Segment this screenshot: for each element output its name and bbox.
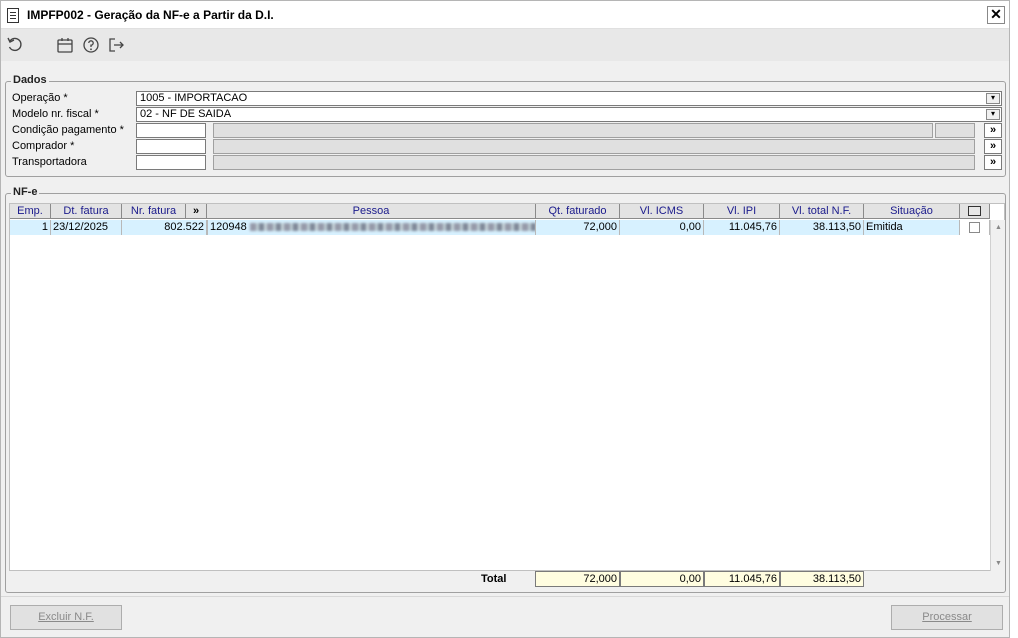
total-vl-total: 38.113,50 — [780, 571, 864, 587]
header-expand-button[interactable]: » — [186, 204, 207, 219]
help-icon[interactable] — [81, 35, 101, 55]
transportadora-description — [213, 155, 975, 170]
separator — [1, 596, 1009, 597]
transportadora-label: Transportadora — [12, 156, 87, 168]
close-button[interactable]: ✕ — [987, 6, 1005, 24]
cell-situacao[interactable]: Emitida — [864, 220, 960, 235]
title-bar: IMPFP002 - Geração da NF-e a Partir da D… — [1, 1, 1009, 29]
vertical-scrollbar[interactable]: ▲ ▼ — [990, 220, 1005, 571]
operacao-select[interactable]: 1005 - IMPORTACAO ▾ — [136, 91, 1002, 106]
header-vl-ipi[interactable]: Vl. IPI — [704, 204, 780, 219]
transportadora-input[interactable] — [136, 155, 206, 170]
header-dt-fatura[interactable]: Dt. fatura — [51, 204, 122, 219]
cell-qt-faturado[interactable]: 72,000 — [536, 220, 620, 235]
excluir-nf-button[interactable]: Excluir N.F. — [10, 605, 122, 630]
chevron-down-icon[interactable]: ▾ — [986, 109, 1000, 120]
cell-vl-icms[interactable]: 0,00 — [620, 220, 704, 235]
redacted-pessoa-name — [249, 223, 535, 232]
total-qt-faturado: 72,000 — [535, 571, 620, 587]
modelo-select[interactable]: 02 - NF DE SAIDA ▾ — [136, 107, 1002, 122]
condicao-extra — [935, 123, 975, 138]
cell-pessoa[interactable]: 120948 — [207, 220, 536, 235]
header-qt-faturado[interactable]: Qt. faturado — [536, 204, 620, 219]
header-situacao[interactable]: Situação — [864, 204, 960, 219]
row-checkbox[interactable] — [969, 222, 980, 233]
scroll-down-icon[interactable]: ▼ — [992, 556, 1005, 571]
calendar-icon[interactable] — [55, 35, 75, 55]
nfe-legend: NF-e — [11, 186, 40, 198]
refresh-icon[interactable] — [5, 35, 25, 55]
toolbar — [1, 29, 1009, 61]
condicao-description — [213, 123, 933, 138]
header-vl-icms[interactable]: Vl. ICMS — [620, 204, 704, 219]
condicao-label: Condição pagamento * — [12, 124, 124, 136]
cell-vl-total[interactable]: 38.113,50 — [780, 220, 864, 235]
comprador-lookup-button[interactable]: » — [984, 139, 1002, 154]
condicao-lookup-button[interactable]: » — [984, 123, 1002, 138]
comprador-label: Comprador * — [12, 140, 75, 152]
modelo-value: 02 - NF DE SAIDA — [140, 108, 232, 120]
header-nr-fatura[interactable]: Nr. fatura — [122, 204, 186, 219]
window-title: IMPFP002 - Geração da NF-e a Partir da D… — [27, 8, 274, 22]
pessoa-codigo: 120948 — [210, 221, 247, 233]
processar-button[interactable]: Processar — [891, 605, 1003, 630]
document-icon — [7, 8, 19, 23]
cell-vl-ipi[interactable]: 11.045,76 — [704, 220, 780, 235]
nfe-table: Emp. Dt. fatura Nr. fatura » Pessoa Qt. … — [9, 203, 1005, 571]
scroll-up-icon[interactable]: ▲ — [992, 220, 1005, 235]
cell-emp[interactable]: 1 — [10, 220, 51, 235]
dados-legend: Dados — [11, 74, 49, 86]
cell-select — [960, 220, 990, 235]
total-vl-icms: 0,00 — [620, 571, 704, 587]
header-emp[interactable]: Emp. — [10, 204, 51, 219]
condicao-input[interactable] — [136, 123, 206, 138]
transportadora-lookup-button[interactable]: » — [984, 155, 1002, 170]
exit-icon[interactable] — [106, 35, 126, 55]
cell-dt-fatura[interactable]: 23/12/2025 — [51, 220, 122, 235]
header-vl-total[interactable]: Vl. total N.F. — [780, 204, 864, 219]
operacao-value: 1005 - IMPORTACAO — [140, 92, 248, 104]
header-select-all[interactable] — [960, 204, 990, 219]
total-label: Total — [481, 573, 507, 585]
header-pessoa[interactable]: Pessoa — [207, 204, 536, 219]
select-all-checkbox[interactable] — [968, 206, 981, 216]
total-vl-ipi: 11.045,76 — [704, 571, 780, 587]
chevron-down-icon[interactable]: ▾ — [986, 93, 1000, 104]
main-window: IMPFP002 - Geração da NF-e a Partir da D… — [0, 0, 1010, 638]
cell-nr-fatura[interactable]: 802.522 — [122, 220, 207, 235]
comprador-input[interactable] — [136, 139, 206, 154]
comprador-description — [213, 139, 975, 154]
operacao-label: Operação * — [12, 92, 68, 104]
modelo-label: Modelo nr. fiscal * — [12, 108, 99, 120]
